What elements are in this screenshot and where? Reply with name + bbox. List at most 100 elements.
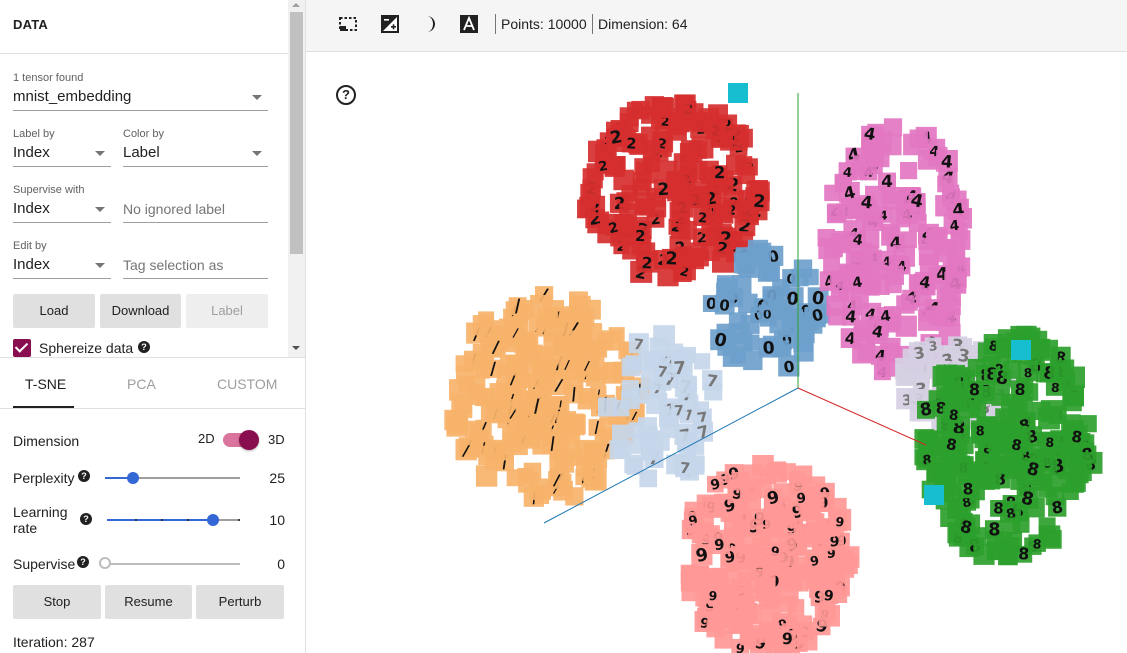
embedding-point[interactable] <box>625 355 642 372</box>
embedding-point[interactable] <box>969 399 987 417</box>
tensor-select[interactable]: mnist_embedding <box>13 85 268 111</box>
embedding-point[interactable] <box>728 83 748 103</box>
tsne-scatter[interactable]: 2222222222222222222222222222222222222222… <box>306 53 1127 653</box>
embedding-point[interactable] <box>824 240 842 258</box>
select-rectangle-icon[interactable] <box>338 14 358 34</box>
projection-canvas[interactable]: 2222222222222222222222222222222222222222… <box>306 53 1127 653</box>
embedding-point[interactable] <box>890 207 911 228</box>
embedding-point[interactable] <box>884 265 904 285</box>
embedding-point[interactable] <box>529 478 551 500</box>
embedding-point[interactable] <box>758 589 779 610</box>
embedding-point[interactable] <box>953 456 973 476</box>
embedding-point[interactable] <box>638 417 657 437</box>
color-by-select[interactable]: Label <box>123 141 268 167</box>
embedding-point[interactable] <box>622 241 641 260</box>
embedding-point[interactable] <box>732 519 751 537</box>
label-by-select[interactable]: Index <box>13 141 111 167</box>
scroll-up-arrow-icon[interactable] <box>292 3 300 7</box>
help-icon[interactable]: ? <box>336 85 356 105</box>
embedding-point[interactable] <box>739 489 761 511</box>
embedding-point[interactable] <box>857 343 876 362</box>
embedding-point[interactable] <box>909 129 928 148</box>
embedding-point[interactable] <box>465 420 483 438</box>
supervise-slider-track[interactable] <box>105 563 240 565</box>
embedding-point[interactable] <box>531 353 552 374</box>
embedding-point[interactable] <box>711 126 734 148</box>
supervise-slider-knob[interactable] <box>99 557 111 569</box>
embedding-point[interactable] <box>632 171 652 191</box>
tag-selection-input[interactable]: Tag selection as <box>123 253 268 279</box>
embedding-point[interactable] <box>641 106 659 124</box>
embedding-point[interactable] <box>530 295 552 317</box>
embedding-point[interactable] <box>691 522 713 544</box>
embedding-point[interactable] <box>565 487 584 506</box>
tab-pca[interactable]: PCA <box>127 376 156 392</box>
embedding-point[interactable] <box>732 275 752 295</box>
embedding-point[interactable] <box>793 341 814 362</box>
embedding-point[interactable] <box>731 471 750 491</box>
embedding-point[interactable] <box>760 262 780 282</box>
ignored-label-input[interactable]: No ignored label <box>123 197 268 223</box>
embedding-point[interactable] <box>791 268 809 287</box>
embedding-point[interactable] <box>737 572 759 593</box>
embedding-point[interactable] <box>480 398 503 421</box>
embedding-point[interactable] <box>634 192 656 214</box>
embedding-point[interactable] <box>945 275 963 293</box>
embedding-point[interactable] <box>609 156 626 173</box>
embedding-point[interactable] <box>950 230 971 250</box>
embedding-point[interactable] <box>738 293 758 314</box>
embedding-point[interactable] <box>569 330 592 352</box>
moon-icon[interactable] <box>420 14 440 34</box>
embedding-point[interactable] <box>724 609 744 628</box>
embedding-point[interactable] <box>918 245 939 266</box>
embedding-point[interactable] <box>683 247 703 267</box>
embedding-point[interactable] <box>706 619 725 638</box>
embedding-point[interactable] <box>986 541 1006 561</box>
scrollbar-thumb[interactable] <box>290 12 303 254</box>
embedding-point[interactable] <box>1040 400 1063 422</box>
embedding-point[interactable] <box>1011 340 1031 360</box>
perplexity-slider-knob[interactable] <box>127 472 140 484</box>
embedding-point[interactable] <box>943 375 962 394</box>
embedding-point[interactable] <box>765 517 783 535</box>
embedding-point[interactable] <box>631 387 648 404</box>
embedding-point[interactable] <box>988 452 1010 473</box>
download-button[interactable]: Download <box>100 294 181 328</box>
embedding-point[interactable] <box>763 289 785 311</box>
embedding-point[interactable] <box>669 202 690 222</box>
embedding-point[interactable] <box>678 221 697 240</box>
help-icon[interactable]: ? <box>77 556 89 568</box>
embedding-point[interactable] <box>539 372 556 389</box>
learning-rate-slider-knob[interactable] <box>207 514 220 526</box>
night-mode-icon[interactable] <box>380 14 400 34</box>
embedding-point[interactable] <box>577 199 596 219</box>
resume-button[interactable]: Resume <box>105 585 192 619</box>
embedding-point[interactable] <box>522 417 541 437</box>
load-button[interactable]: Load <box>13 294 95 328</box>
embedding-point[interactable] <box>943 297 961 316</box>
embedding-point[interactable] <box>690 565 710 585</box>
embedding-point[interactable] <box>713 203 732 223</box>
embedding-point[interactable] <box>729 347 746 364</box>
embedding-point[interactable] <box>543 321 564 342</box>
embedding-point[interactable] <box>818 605 840 627</box>
scroll-down-arrow-icon[interactable] <box>292 346 300 350</box>
perturb-button[interactable]: Perturb <box>196 585 284 619</box>
dimension-toggle-knob[interactable] <box>239 430 259 450</box>
tab-custom[interactable]: CUSTOM <box>217 376 277 392</box>
embedding-point[interactable] <box>759 621 777 640</box>
embedding-point[interactable] <box>1011 396 1033 418</box>
embedding-point[interactable] <box>942 184 960 202</box>
embedding-point[interactable] <box>478 311 495 328</box>
embedding-point[interactable] <box>712 250 734 273</box>
embedding-point[interactable] <box>919 430 939 450</box>
embedding-point[interactable] <box>704 499 724 518</box>
embedding-point[interactable] <box>708 104 728 125</box>
embedding-point[interactable] <box>975 470 995 490</box>
embedding-point[interactable] <box>646 393 668 415</box>
embedding-point[interactable] <box>876 357 897 377</box>
embedding-point[interactable] <box>681 585 698 602</box>
embedding-point[interactable] <box>1063 385 1084 406</box>
embedding-point[interactable] <box>470 353 488 370</box>
embedding-point[interactable] <box>926 462 947 483</box>
